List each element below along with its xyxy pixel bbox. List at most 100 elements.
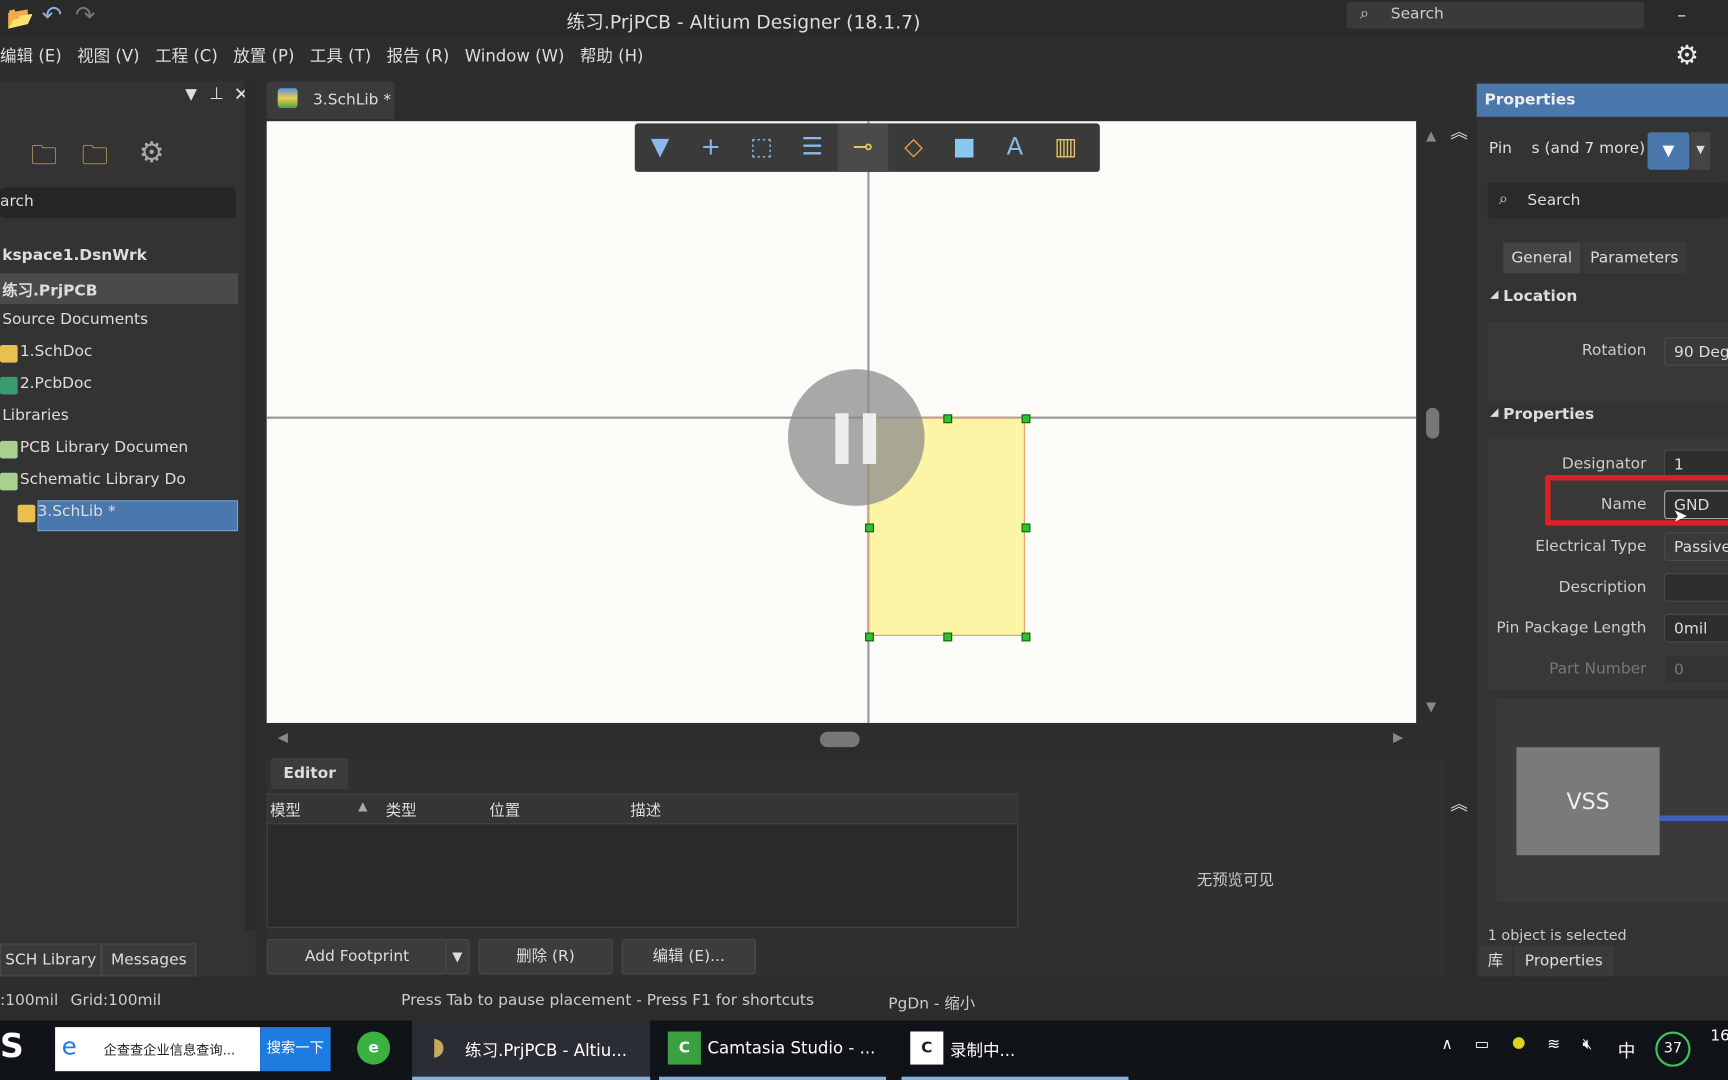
open-folder-icon[interactable]: 📂 [7, 4, 34, 30]
filter-dropdown-icon[interactable]: ▼ [1690, 132, 1711, 170]
scroll-right-icon[interactable]: ▶ [1393, 730, 1403, 745]
folder-settings-icon[interactable]: 🗀 [82, 137, 108, 182]
menu-item[interactable]: 编辑 (E) [0, 35, 62, 77]
rotation-dropdown[interactable]: 90 Deg [1664, 337, 1728, 366]
menu-item[interactable]: 工程 (C) [155, 35, 218, 77]
tab-editor[interactable]: Editor [271, 758, 349, 790]
ime-indicator[interactable]: 中 [1618, 1036, 1636, 1062]
gear-icon[interactable]: ⚙ [139, 137, 165, 170]
collapse-triangle-icon[interactable]: ◢ [1490, 407, 1498, 419]
column-position[interactable]: 位置 [489, 799, 520, 821]
filter-button[interactable]: ▼ [1647, 132, 1690, 170]
column-model[interactable]: 模型 [270, 799, 301, 821]
pin-package-length-input[interactable]: 0mil [1664, 613, 1728, 643]
tab-parameters[interactable]: Parameters [1582, 242, 1687, 274]
selection-handle[interactable] [943, 632, 953, 642]
menu-item[interactable]: Window (W) [465, 35, 565, 77]
menu-item[interactable]: 帮助 (H) [580, 35, 644, 77]
delete-button[interactable]: 删除 (R) [478, 938, 613, 975]
part-icon[interactable]: ▥ [1040, 123, 1091, 171]
tree-item[interactable]: 1.SchDoc [20, 343, 93, 361]
filter-icon[interactable]: ▼ [635, 123, 686, 171]
electrical-type-dropdown[interactable]: Passive [1664, 532, 1728, 561]
notification-badge[interactable]: 37 [1655, 1031, 1691, 1067]
pause-overlay-button[interactable] [787, 369, 925, 506]
scroll-up-icon[interactable]: ▲ [1426, 128, 1436, 143]
taskbar-search-button[interactable]: 搜索一下 [260, 1027, 331, 1072]
sort-ascending-icon[interactable]: ▲ [358, 799, 367, 813]
selection-handle[interactable] [1021, 414, 1031, 424]
selection-handle[interactable] [1021, 523, 1031, 533]
rectangle-icon[interactable]: ■ [939, 123, 990, 171]
tab-3-schlib[interactable]: 3.SchLib * [266, 81, 395, 120]
horizontal-scrollbar[interactable]: ◀ ▶ [266, 727, 1417, 752]
column-type[interactable]: 类型 [386, 799, 417, 821]
wifi-icon[interactable]: ≋ [1547, 1036, 1560, 1054]
menu-item[interactable]: 视图 (V) [77, 35, 140, 77]
collapse-triangle-icon[interactable]: ◢ [1490, 289, 1498, 301]
tree-item[interactable]: 2.PcbDoc [20, 375, 92, 393]
section-location[interactable]: Location [1503, 288, 1577, 306]
redo-icon[interactable]: ↷ [75, 2, 95, 30]
schematic-canvas[interactable] [266, 121, 1417, 723]
pin-icon[interactable]: ⊥ [209, 84, 223, 104]
selection-handle[interactable] [865, 632, 874, 642]
chevron-up-icon[interactable]: ∧ [1441, 1036, 1452, 1054]
start-icon[interactable]: S [0, 1027, 24, 1066]
tree-item[interactable]: kspace1.DsnWrk [2, 247, 147, 265]
tab-general[interactable]: General [1503, 242, 1581, 274]
scroll-thumb[interactable] [819, 731, 860, 748]
add-footprint-dropdown[interactable]: ▼ [445, 938, 470, 975]
clock[interactable]: 16 [1710, 1027, 1728, 1045]
align-icon[interactable]: ☰ [787, 123, 838, 171]
security-icon[interactable]: ● [1512, 1034, 1525, 1052]
select-rect-icon[interactable]: ⬚ [736, 123, 787, 171]
scroll-thumb[interactable] [1426, 407, 1440, 439]
place-pin-icon[interactable]: ⊸ [837, 123, 889, 172]
selection-handle[interactable] [1021, 632, 1031, 642]
tree-item[interactable]: 3.SchLib * [37, 503, 115, 521]
gear-icon[interactable]: ⚙ [1675, 40, 1699, 71]
add-footprint-button[interactable]: Add Footprint [266, 938, 448, 975]
scroll-down-icon[interactable]: ▼ [1426, 699, 1436, 714]
menu-item[interactable]: 报告 (R) [387, 35, 450, 77]
undo-icon[interactable]: ↶ [42, 2, 62, 30]
menu-item[interactable]: 工具 (T) [310, 35, 371, 77]
tab-properties[interactable]: Properties [1514, 945, 1614, 977]
tree-item[interactable]: Schematic Library Do [20, 471, 186, 489]
browser-icon[interactable]: e [357, 1031, 391, 1065]
project-search-input[interactable]: arch [0, 187, 236, 219]
section-properties[interactable]: Properties [1503, 406, 1594, 424]
minimize-button[interactable]: – [1677, 4, 1686, 25]
volume-muted-icon[interactable]: 🔇︎ [1583, 1036, 1593, 1054]
edit-button[interactable]: 编辑 (E)... [621, 938, 756, 975]
panel-menu-icon[interactable]: ▼ [185, 86, 197, 104]
ieee-symbol-icon[interactable]: ◇ [888, 123, 939, 171]
tree-item[interactable]: Source Documents [2, 311, 148, 329]
tree-item[interactable]: PCB Library Documen [20, 439, 188, 457]
battery-icon[interactable]: ▭ [1475, 1036, 1490, 1054]
move-icon[interactable]: + [685, 123, 736, 171]
tree-item[interactable]: Libraries [2, 407, 69, 425]
tab-messages[interactable]: Messages [101, 943, 197, 977]
tab-sch-library[interactable]: SCH Library [0, 943, 102, 977]
selection-handle[interactable] [865, 523, 874, 533]
description-input[interactable] [1664, 573, 1728, 602]
collapse-icon[interactable]: ︽ [1450, 789, 1468, 815]
tab-library[interactable]: 库 [1478, 945, 1512, 977]
selection-handle[interactable] [943, 414, 953, 424]
collapse-icon[interactable]: ︽ [1450, 117, 1468, 143]
menu-item[interactable]: 放置 (P) [233, 35, 294, 77]
taskbar-app-camtasia[interactable]: C Camtasia Studio - ... [659, 1020, 887, 1080]
scroll-left-icon[interactable]: ◀ [278, 730, 288, 745]
column-description[interactable]: 描述 [630, 799, 661, 821]
tree-item[interactable]: 练习.PrjPCB [2, 279, 97, 301]
vertical-scrollbar[interactable]: ▲ ▼ [1419, 121, 1446, 723]
taskbar-app-altium[interactable]: ◗ 练习.PrjPCB - Altiu... [412, 1020, 651, 1080]
taskbar-search-input[interactable]: e 企查查企业信息查询... [55, 1027, 261, 1072]
text-icon[interactable]: A [990, 123, 1041, 171]
global-search-input[interactable]: ⌕ Search [1346, 2, 1645, 29]
folder-search-icon[interactable]: 🗀 [31, 137, 57, 182]
properties-search-input[interactable]: ⌕ Search [1487, 182, 1728, 219]
taskbar-app-recording[interactable]: C 录制中... [901, 1020, 1129, 1080]
